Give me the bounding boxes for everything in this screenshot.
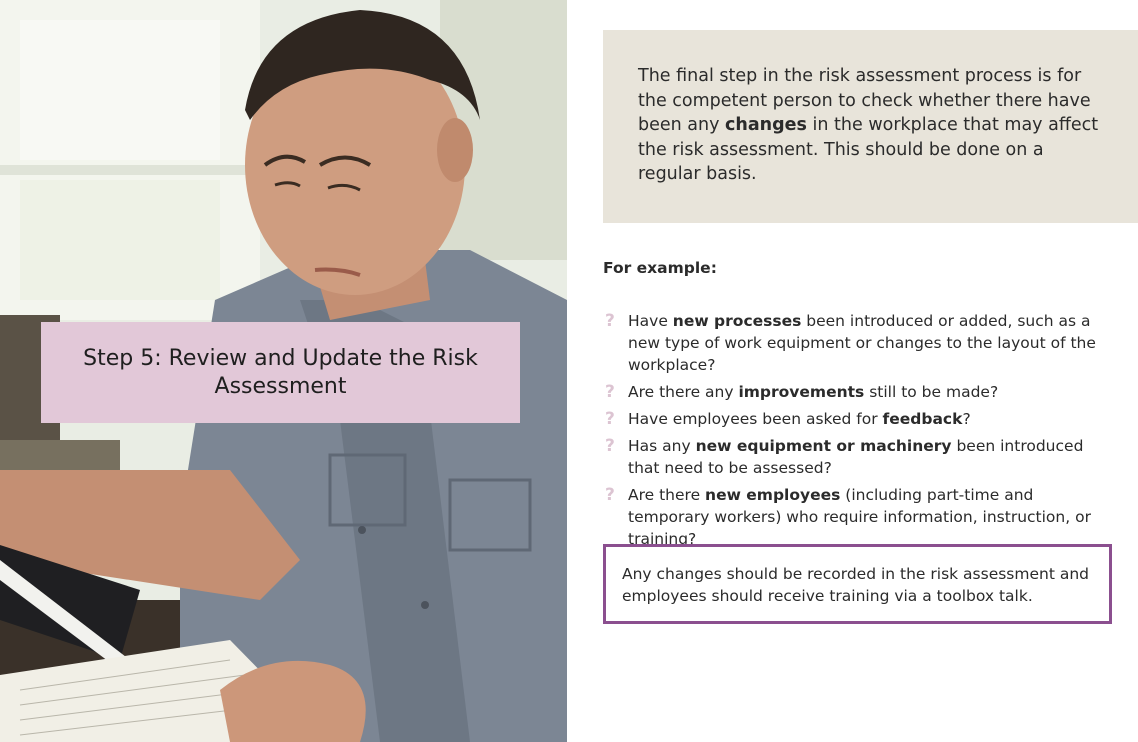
- questions-list: ? Have new processes been introduced or …: [603, 310, 1115, 555]
- list-item: ? Have employees been asked for feedback…: [603, 408, 1115, 430]
- intro-text-bold: changes: [725, 115, 807, 136]
- list-item: ? Have new processes been introduced or …: [603, 310, 1115, 376]
- question-text-post: still to be made?: [864, 383, 999, 401]
- question-text-bold: new equipment or machinery: [695, 437, 952, 455]
- question-text-bold: new processes: [672, 312, 802, 330]
- note-box: Any changes should be recorded in the ri…: [603, 544, 1112, 624]
- question-mark-icon: ?: [605, 409, 615, 429]
- step-title-banner: Step 5: Review and Update the Risk Asses…: [41, 322, 520, 423]
- question-text-post: ?: [962, 410, 971, 428]
- question-text-bold: feedback: [882, 410, 963, 428]
- list-item: ? Has any new equipment or machinery bee…: [603, 435, 1115, 479]
- intro-box: The final step in the risk assessment pr…: [603, 30, 1138, 223]
- step-title: Step 5: Review and Update the Risk Asses…: [83, 345, 478, 399]
- question-text-pre: Are there any: [628, 383, 739, 401]
- list-item: ? Are there new employees (including par…: [603, 484, 1115, 550]
- question-mark-icon: ?: [605, 485, 615, 505]
- question-text-pre: Have employees been asked for: [628, 410, 883, 428]
- question-text-pre: Have: [628, 312, 673, 330]
- note-text: Any changes should be recorded in the ri…: [622, 565, 1090, 605]
- question-text-bold: improvements: [738, 383, 865, 401]
- question-text-pre: Are there: [628, 486, 706, 504]
- list-item: ? Are there any improvements still to be…: [603, 381, 1115, 403]
- man-reviewing-documents-image: Step 5: Review and Update the Risk Asses…: [0, 0, 567, 742]
- slide: Step 5: Review and Update the Risk Asses…: [0, 0, 1138, 742]
- question-mark-icon: ?: [605, 311, 615, 331]
- example-label: For example:: [603, 259, 717, 277]
- question-mark-icon: ?: [605, 436, 615, 456]
- question-text-bold: new employees: [705, 486, 841, 504]
- question-text-pre: Has any: [628, 437, 696, 455]
- question-mark-icon: ?: [605, 382, 615, 402]
